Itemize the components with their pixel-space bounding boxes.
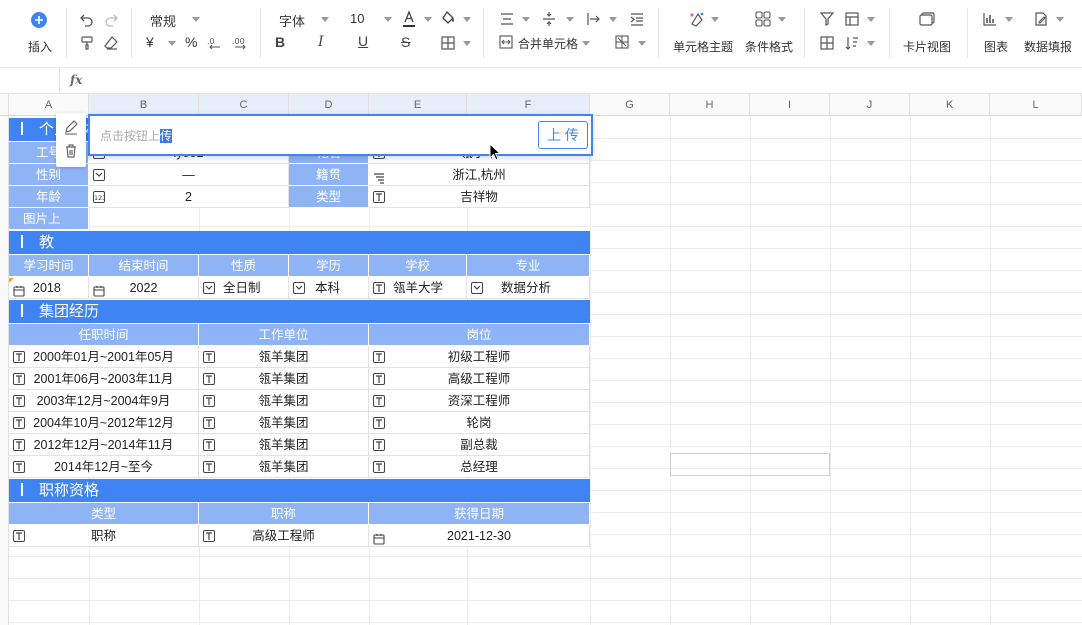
chevron-down-icon[interactable]	[321, 17, 329, 22]
merge-cells-button[interactable]: 合并单元格	[518, 35, 578, 52]
svg-text:.00: .00	[232, 37, 245, 46]
undo-icon[interactable]	[79, 11, 95, 27]
font-size-select[interactable]: 10	[350, 11, 364, 26]
upload-editor[interactable]: 点击按钮上传 上 传	[88, 114, 593, 156]
chevron-down-icon[interactable]	[1005, 17, 1013, 22]
column-header-k[interactable]: K	[910, 94, 990, 116]
corner-cell[interactable]	[0, 94, 9, 116]
edit-icon[interactable]	[63, 119, 79, 135]
cell-theme-icon[interactable]	[688, 10, 706, 28]
formula-bar: fx	[0, 68, 1082, 94]
svg-text:.0: .0	[207, 37, 215, 46]
column-header-c[interactable]: C	[199, 94, 289, 116]
eraser-icon[interactable]	[103, 35, 119, 51]
number-format-select[interactable]: 常规	[150, 11, 176, 30]
filter-icon[interactable]	[819, 11, 835, 27]
font-color-icon[interactable]	[401, 9, 417, 29]
redo-icon[interactable]	[103, 11, 119, 27]
conditional-format-icon[interactable]	[755, 11, 771, 27]
cell-theme-button[interactable]: 单元格主题	[673, 38, 733, 55]
card-view-button[interactable]: 卡片视图	[903, 38, 951, 55]
fill-color-icon[interactable]	[440, 10, 456, 28]
font-family-select[interactable]: 字体	[279, 11, 305, 30]
clear-format-icon[interactable]	[615, 35, 629, 49]
column-header-d[interactable]: D	[289, 94, 369, 116]
percent-icon[interactable]: %	[185, 34, 197, 50]
chevron-down-icon[interactable]	[424, 17, 432, 22]
chevron-down-icon[interactable]	[168, 41, 176, 46]
increase-decimal-icon[interactable]: .00	[232, 36, 248, 50]
column-header-f[interactable]: F	[467, 94, 590, 116]
chevron-down-icon[interactable]	[566, 17, 574, 22]
upload-placeholder-selection: 传	[160, 129, 173, 143]
mouse-pointer-icon	[489, 142, 502, 164]
chevron-down-icon[interactable]	[463, 17, 471, 22]
cell-action-panel	[56, 113, 86, 167]
vertical-align-icon[interactable]	[541, 11, 557, 27]
strikethrough-icon[interactable]: S	[401, 34, 410, 50]
chevron-down-icon[interactable]	[867, 41, 875, 46]
format-painter-icon[interactable]	[79, 35, 95, 51]
column-header-h[interactable]: H	[670, 94, 750, 116]
insert-button[interactable]: 插入	[28, 38, 52, 55]
chevron-down-icon[interactable]	[867, 17, 875, 22]
data-fill-button[interactable]: 数据填报	[1024, 38, 1072, 55]
fx-icon: fx	[70, 73, 83, 87]
chevron-down-icon[interactable]	[384, 17, 392, 22]
chevron-down-icon[interactable]	[778, 17, 786, 22]
chevron-down-icon[interactable]	[463, 41, 471, 46]
upload-placeholder: 点击按钮上	[100, 129, 161, 143]
text-wrap-icon[interactable]	[586, 11, 602, 27]
column-header-i[interactable]: I	[750, 94, 830, 116]
currency-icon[interactable]: ¥	[146, 34, 154, 50]
delete-icon[interactable]	[63, 143, 79, 159]
underline-icon[interactable]: U	[358, 33, 368, 49]
card-view-icon[interactable]	[918, 11, 936, 27]
column-header-b[interactable]: B	[89, 94, 199, 116]
italic-icon[interactable]: I	[318, 34, 324, 50]
chevron-down-icon[interactable]	[192, 17, 200, 22]
column-header-g[interactable]: G	[590, 94, 670, 116]
chevron-down-icon[interactable]	[711, 17, 719, 22]
align-icon[interactable]	[499, 11, 515, 27]
column-header-l[interactable]: L	[990, 94, 1082, 116]
chevron-down-icon[interactable]	[582, 41, 590, 46]
indent-icon[interactable]	[629, 11, 645, 27]
merge-icon[interactable]	[499, 35, 513, 49]
table-style-icon[interactable]	[844, 11, 860, 27]
chevron-down-icon[interactable]	[1056, 17, 1064, 22]
row-header-strip[interactable]	[0, 116, 9, 625]
upload-button[interactable]: 上 传	[538, 121, 588, 149]
conditional-format-button[interactable]: 条件格式	[745, 38, 793, 55]
toolbar: 插入 常规 ¥ % .0 .00 字体 10 B I U S 合并单元格 单元格…	[0, 0, 1082, 68]
sort-icon[interactable]	[844, 35, 860, 51]
chevron-down-icon[interactable]	[522, 17, 530, 22]
spreadsheet-grid[interactable]: A B C D E F G H I J K L	[0, 94, 1082, 625]
chart-icon[interactable]	[982, 11, 998, 27]
name-box[interactable]	[0, 68, 60, 93]
column-header-j[interactable]: J	[830, 94, 910, 116]
border-icon[interactable]	[440, 35, 456, 51]
decrease-decimal-icon[interactable]: .0	[207, 36, 223, 50]
data-fill-icon[interactable]	[1033, 11, 1049, 27]
chevron-down-icon[interactable]	[609, 17, 617, 22]
bold-icon[interactable]: B	[275, 34, 285, 50]
freeze-icon[interactable]	[819, 35, 835, 51]
chart-button[interactable]: 图表	[984, 38, 1008, 55]
upload-input[interactable]: 点击按钮上传	[100, 127, 173, 144]
column-header-e[interactable]: E	[369, 94, 467, 116]
insert-icon[interactable]	[30, 11, 48, 29]
chevron-down-icon[interactable]	[638, 41, 646, 46]
